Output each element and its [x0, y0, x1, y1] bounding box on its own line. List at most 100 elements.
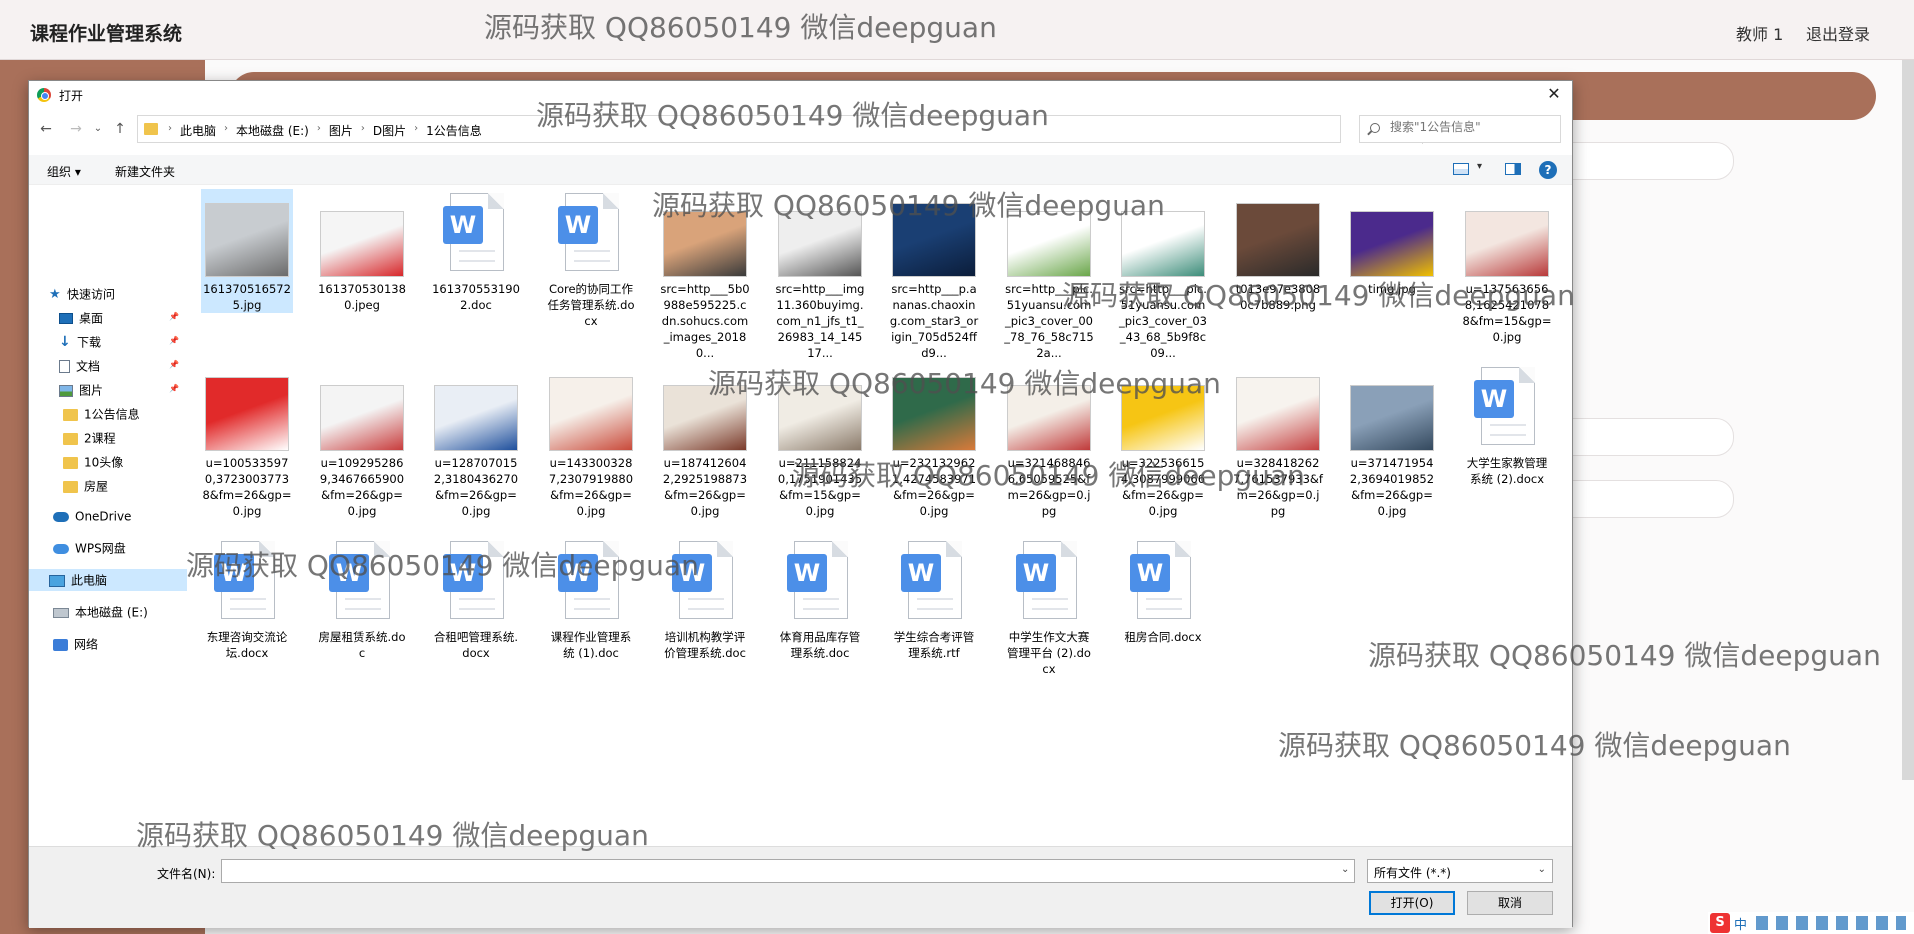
file-name: u=1874126042,2925198873&fm=26&gp=0.jpg: [662, 456, 748, 518]
nav-item[interactable]: 此电脑: [29, 569, 187, 591]
pictures-icon: [59, 384, 73, 397]
file-item-document[interactable]: W 1613705531902.doc: [430, 189, 522, 313]
file-item-document[interactable]: W 租房合同.docx: [1117, 537, 1209, 645]
ime-tools-icon[interactable]: [1756, 916, 1906, 930]
back-arrow-icon[interactable]: ←: [37, 119, 55, 139]
current-user[interactable]: 教师 1: [1736, 21, 1783, 45]
nav-item[interactable]: 文档: [59, 355, 100, 377]
file-item-document[interactable]: W 培训机构教学评价管理系统.doc: [659, 537, 751, 661]
image-thumbnail: [1232, 363, 1324, 455]
word-document-icon: W: [545, 189, 637, 281]
address-bar[interactable]: ›此电脑›本地磁盘 (E:)›图片›D图片›1公告信息 ⌄ ↻: [137, 115, 1442, 144]
file-item-image[interactable]: u=3214688466,65059525&fm=26&gp=0.jpg: [1003, 363, 1095, 519]
file-item-document[interactable]: W 东理咨询交流论坛.docx: [201, 537, 293, 661]
file-item-image[interactable]: src=http___img11.360buyimg.com_n1_jfs_t1…: [774, 189, 866, 361]
up-arrow-icon[interactable]: ↑: [111, 119, 129, 139]
cancel-button[interactable]: 取消: [1467, 891, 1553, 915]
nav-item[interactable]: ↓ 下载: [59, 331, 101, 353]
breadcrumb-item[interactable]: D图片: [365, 122, 414, 139]
nav-item-label: 此电脑: [71, 573, 108, 588]
nav-item[interactable]: OneDrive: [53, 505, 131, 527]
pin-icon[interactable]: 📌: [169, 336, 179, 345]
file-item-image[interactable]: u=2321329621,4274583971&fm=26&gp=0.jpg: [888, 363, 980, 519]
preview-pane-icon[interactable]: [1505, 163, 1521, 175]
logout-link[interactable]: 退出登录: [1806, 21, 1870, 45]
search-input[interactable]: [1390, 120, 1555, 134]
file-item-image[interactable]: 1613705165725.jpg: [201, 189, 293, 313]
nav-item-label: OneDrive: [75, 509, 132, 524]
view-options-icon[interactable]: [1453, 163, 1469, 175]
breadcrumb-item[interactable]: 此电脑: [172, 122, 224, 139]
nav-item[interactable]: 桌面: [59, 307, 103, 329]
search-box[interactable]: [1359, 115, 1561, 143]
chevron-down-icon: ⌄: [1537, 864, 1546, 875]
file-item-image[interactable]: timg.jpg: [1346, 189, 1438, 297]
pin-icon[interactable]: 📌: [169, 384, 179, 393]
image-thumbnail: [1003, 189, 1095, 281]
nav-item[interactable]: 1公告信息: [63, 403, 140, 425]
dialog-titlebar: 打开 ✕: [29, 81, 1572, 109]
nav-item[interactable]: 图片: [59, 379, 103, 401]
filetype-select[interactable]: 所有文件 (*.*) ⌄: [1367, 859, 1553, 883]
file-item-document[interactable]: W 体育用品库存管理系统.doc: [774, 537, 866, 661]
file-name: timg.jpg: [1368, 282, 1416, 296]
file-item-document[interactable]: W 大学生家教管理系统 (2).docx: [1461, 363, 1553, 487]
file-item-image[interactable]: src=http___pic.51yuansu.com_pic3_cover_0…: [1117, 189, 1209, 361]
forward-arrow-icon[interactable]: →: [67, 119, 85, 139]
file-item-document[interactable]: W Core的协同工作任务管理系统.docx: [545, 189, 637, 329]
file-item-image[interactable]: t013e97e38080c7b889.png: [1232, 189, 1324, 313]
file-item-image[interactable]: 1613705301380.jpeg: [316, 189, 408, 313]
file-item-image[interactable]: u=1287070152,3180436270&fm=26&gp=0.jpg: [430, 363, 522, 519]
breadcrumb-item[interactable]: 1公告信息: [418, 122, 490, 139]
image-thumbnail: [1117, 189, 1209, 281]
file-item-document[interactable]: W 合租吧管理系统.docx: [430, 537, 522, 661]
page-scrollbar[interactable]: [1902, 60, 1914, 780]
file-name: u=1433003287,2307919880&fm=26&gp=0.jpg: [548, 456, 634, 518]
pin-icon[interactable]: 📌: [169, 312, 179, 321]
breadcrumb-item[interactable]: 本地磁盘 (E:): [228, 122, 317, 139]
file-item-document[interactable]: W 课程作业管理系统 (1).doc: [545, 537, 637, 661]
new-folder-button[interactable]: 新建文件夹: [115, 163, 175, 180]
file-item-image[interactable]: u=1375636568,16254210788&fm=15&gp=0.jpg: [1461, 189, 1553, 345]
close-button[interactable]: ✕: [1542, 83, 1566, 105]
file-item-image[interactable]: src=http___5b0988e595225.cdn.sohucs.com_…: [659, 189, 751, 361]
file-name: 大学生家教管理系统 (2).docx: [1466, 456, 1548, 486]
chevron-down-icon[interactable]: ▾: [1477, 161, 1482, 172]
nav-item[interactable]: 10头像: [63, 451, 123, 473]
pin-icon[interactable]: 📌: [169, 360, 179, 369]
file-item-image[interactable]: u=3714719542,3694019852&fm=26&gp=0.jpg: [1346, 363, 1438, 519]
recent-dropdown-icon[interactable]: ⌄: [89, 119, 107, 139]
file-item-image[interactable]: src=http___pic.51yuansu.com_pic3_cover_0…: [1003, 189, 1095, 361]
organize-menu[interactable]: 组织 ▾: [47, 163, 81, 180]
file-item-image[interactable]: u=3284182627,761537933&fm=26&gp=0.jpg: [1232, 363, 1324, 519]
ime-mode-toggle[interactable]: 中: [1734, 914, 1747, 933]
file-item-document[interactable]: W 房屋租赁系统.doc: [316, 537, 408, 661]
nav-item[interactable]: WPS网盘: [53, 537, 126, 559]
file-item-document[interactable]: W 中学生作文大赛管理平台 (2).docx: [1003, 537, 1095, 677]
nav-item[interactable]: 2课程: [63, 427, 116, 449]
file-item-image[interactable]: u=1092952869,3467665900&fm=26&gp=0.jpg: [316, 363, 408, 519]
nav-item[interactable]: 本地磁盘 (E:): [53, 601, 148, 623]
nav-item[interactable]: ★ 快速访问: [49, 283, 115, 305]
nav-item[interactable]: 网络: [53, 633, 98, 655]
filetype-value: 所有文件 (*.*): [1374, 866, 1451, 880]
folder-icon: [63, 432, 78, 445]
file-item-image[interactable]: u=3225366154,3087999066&fm=26&gp=0.jpg: [1117, 363, 1209, 519]
image-thumbnail: [1232, 189, 1324, 281]
filename-input[interactable]: [221, 859, 1355, 883]
help-icon[interactable]: ?: [1539, 161, 1557, 179]
word-document-icon: W: [774, 537, 866, 629]
file-item-image[interactable]: u=1433003287,2307919880&fm=26&gp=0.jpg: [545, 363, 637, 519]
ime-toolbar[interactable]: S 中: [1708, 912, 1914, 934]
file-item-image[interactable]: src=http___p.ananas.chaoxing.com_star3_o…: [888, 189, 980, 361]
file-item-image[interactable]: u=1005335970,37230037738&fm=26&gp=0.jpg: [201, 363, 293, 519]
open-button[interactable]: 打开(O): [1369, 891, 1455, 915]
breadcrumb-item[interactable]: 图片: [321, 122, 361, 139]
sogou-ime-icon[interactable]: S: [1710, 913, 1730, 933]
chevron-down-icon[interactable]: ⌄: [1341, 864, 1349, 875]
file-name: t013e97e38080c7b889.png: [1235, 282, 1321, 312]
nav-item[interactable]: 房屋: [63, 475, 108, 497]
file-item-image[interactable]: u=1874126042,2925198873&fm=26&gp=0.jpg: [659, 363, 751, 519]
file-item-image[interactable]: u=2111588240,1751901435&fm=15&gp=0.jpg: [774, 363, 866, 519]
file-item-document[interactable]: W 学生综合考评管理系统.rtf: [888, 537, 980, 661]
